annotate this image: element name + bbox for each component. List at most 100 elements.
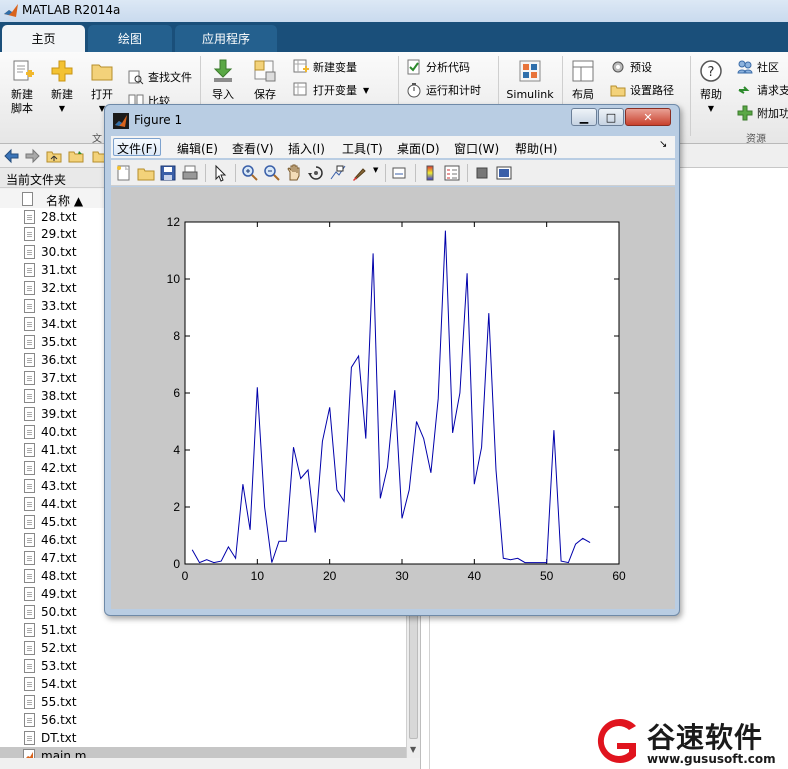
help-button[interactable]: ? 帮助 ▼ xyxy=(696,58,726,116)
layout-icon xyxy=(572,60,594,82)
tab-plots[interactable]: 绘图 xyxy=(88,25,172,52)
new-variable-button[interactable]: 新建变量 xyxy=(293,58,357,76)
list-item-selected[interactable]: main.m xyxy=(0,747,406,758)
text-file-icon xyxy=(24,407,35,421)
x-tick-label: 20 xyxy=(323,569,337,583)
toolbar-separator xyxy=(467,164,468,182)
resources-group-label: 资源 xyxy=(746,134,766,145)
link-plot-icon[interactable] xyxy=(391,164,409,182)
text-file-icon xyxy=(24,317,35,331)
help-label: 帮助 xyxy=(700,88,722,101)
save-icon[interactable] xyxy=(159,164,177,182)
add-ons-button[interactable]: 附加功 xyxy=(737,104,788,122)
new-script-icon xyxy=(13,60,34,81)
save-workspace-icon xyxy=(254,60,276,82)
gear-icon xyxy=(612,61,624,73)
menu-edit[interactable]: 编辑(E) xyxy=(173,138,222,156)
request-support-button[interactable]: 请求支 xyxy=(737,81,788,99)
menu-insert[interactable]: 插入(I) xyxy=(284,138,329,156)
pan-hand-icon[interactable] xyxy=(285,164,303,182)
rotate-3d-icon[interactable] xyxy=(307,164,325,182)
list-item[interactable]: 56.txt xyxy=(0,711,406,729)
set-path-button[interactable]: 设置路径 xyxy=(610,81,674,99)
new-script-button[interactable]: 新建 脚本 xyxy=(6,58,38,116)
save-button[interactable]: 保存 xyxy=(250,58,280,102)
y-tick-label: 8 xyxy=(173,329,180,343)
tab-home[interactable]: 主页 xyxy=(2,25,85,52)
simulink-button[interactable]: Simulink xyxy=(505,58,555,102)
analyze-code-button[interactable]: 分析代码 xyxy=(406,58,470,76)
find-files-icon xyxy=(128,70,144,85)
run-and-time-button[interactable]: 运行和计时 xyxy=(406,81,481,99)
text-file-icon xyxy=(24,371,35,385)
y-tick-label: 10 xyxy=(167,272,181,286)
back-arrow-icon[interactable] xyxy=(4,148,20,164)
forward-arrow-icon[interactable] xyxy=(24,148,40,164)
text-file-icon xyxy=(24,389,35,403)
legend-icon[interactable] xyxy=(443,164,461,182)
preferences-button[interactable]: 预设 xyxy=(610,58,652,76)
column-name[interactable]: 名称 ▲ xyxy=(46,192,83,209)
minimize-icon: ▁ xyxy=(579,110,589,124)
analyze-code-label: 分析代码 xyxy=(426,61,470,74)
community-button[interactable]: 社区 xyxy=(737,58,779,76)
plus-icon xyxy=(51,60,73,82)
menu-view[interactable]: 查看(V) xyxy=(228,138,278,156)
preferences-label: 预设 xyxy=(630,61,652,74)
up-folder-icon[interactable] xyxy=(46,148,62,164)
text-file-icon xyxy=(24,641,35,655)
chevron-down-icon: ▼ xyxy=(363,85,370,95)
list-item[interactable]: 53.txt xyxy=(0,657,406,675)
open-file-icon[interactable] xyxy=(137,164,155,182)
chevron-down-icon[interactable]: ▼ xyxy=(373,166,378,174)
colorbar-icon[interactable] xyxy=(421,164,439,182)
text-file-icon xyxy=(24,695,35,709)
layout-button[interactable]: 布局 xyxy=(568,58,598,102)
list-item[interactable]: 54.txt xyxy=(0,675,406,693)
list-item[interactable]: 51.txt xyxy=(0,621,406,639)
ribbon-separator xyxy=(690,56,691,136)
minimize-button[interactable]: ▁ xyxy=(571,108,597,126)
list-item[interactable]: 52.txt xyxy=(0,639,406,657)
zoom-in-icon[interactable] xyxy=(241,164,259,182)
save-label: 保存 xyxy=(254,88,276,101)
request-support-label: 请求支 xyxy=(757,84,788,97)
scroll-down-icon[interactable]: ▼ xyxy=(410,745,416,754)
matlab-logo-icon xyxy=(4,4,18,17)
hide-plot-tools-icon[interactable] xyxy=(473,164,491,182)
select-arrow-icon[interactable] xyxy=(211,164,229,182)
menu-window[interactable]: 窗口(W) xyxy=(450,138,503,156)
show-plot-tools-icon[interactable] xyxy=(495,164,513,182)
browse-folder-icon[interactable] xyxy=(68,148,84,164)
text-file-icon xyxy=(24,515,35,529)
new-figure-icon[interactable] xyxy=(115,164,133,182)
data-cursor-icon[interactable] xyxy=(329,164,347,182)
list-item[interactable]: DT.txt xyxy=(0,729,406,747)
menu-desktop[interactable]: 桌面(D) xyxy=(393,138,444,156)
open-variable-button[interactable]: 打开变量 ▼ xyxy=(293,81,369,99)
new-label: 新建 xyxy=(51,88,73,101)
dock-arrow-icon[interactable]: ↘ xyxy=(659,139,667,150)
close-button[interactable]: ✕ xyxy=(625,108,671,126)
text-file-icon xyxy=(24,497,35,511)
menu-help[interactable]: 帮助(H) xyxy=(511,138,561,156)
x-tick-label: 10 xyxy=(251,569,265,583)
watermark-brand: 谷速软件 xyxy=(647,721,764,754)
find-files-button[interactable]: 查找文件 xyxy=(128,68,192,86)
new-variable-icon xyxy=(293,59,309,73)
import-button[interactable]: 导入 xyxy=(208,58,238,102)
text-file-icon xyxy=(24,335,35,349)
tab-apps[interactable]: 应用程序 xyxy=(175,25,277,52)
text-file-icon xyxy=(24,443,35,457)
list-item[interactable]: 55.txt xyxy=(0,693,406,711)
brush-icon[interactable] xyxy=(351,164,369,182)
menu-file[interactable]: 文件(F) xyxy=(113,138,162,156)
figure-toolbar: ▼ xyxy=(111,160,675,186)
zoom-out-icon[interactable] xyxy=(263,164,281,182)
new-button[interactable]: 新建 ▼ xyxy=(46,58,78,116)
text-file-icon xyxy=(24,479,35,493)
menu-tools[interactable]: 工具(T) xyxy=(338,138,387,156)
maximize-button[interactable]: □ xyxy=(598,108,624,126)
stopwatch-icon xyxy=(407,83,421,98)
print-icon[interactable] xyxy=(181,164,199,182)
